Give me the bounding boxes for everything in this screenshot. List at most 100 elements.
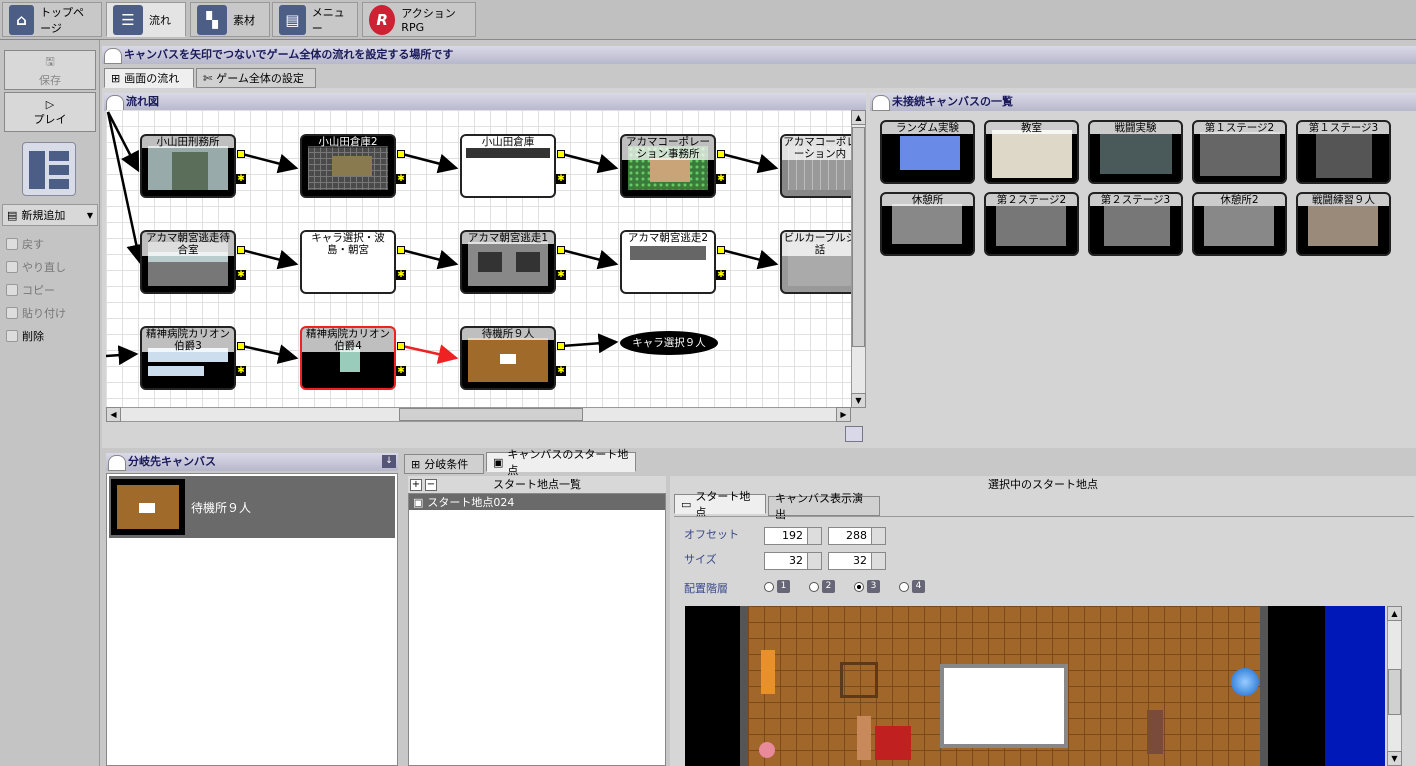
node-port[interactable] — [237, 342, 245, 350]
flow-node[interactable]: 小山田倉庫2 — [300, 134, 396, 198]
layer-number: 3 — [867, 580, 880, 593]
flow-node[interactable]: 小山田倉庫 — [460, 134, 556, 198]
canvas-thumb[interactable]: 教室 — [984, 120, 1079, 184]
tab-start-point[interactable]: ▣ キャンバスのスタート地点 — [486, 448, 636, 477]
size-w-field[interactable]: 32 — [764, 552, 822, 570]
tab-top-page[interactable]: ⌂ トップページ — [2, 2, 102, 37]
node-port[interactable] — [397, 150, 405, 158]
arrow-down-icon[interactable]: ↓ — [382, 455, 396, 468]
save-button[interactable]: 🖫 保存 — [4, 50, 96, 90]
flow-node-selected[interactable]: 精神病院カリオン伯爵4 — [300, 326, 396, 390]
node-port[interactable] — [397, 246, 405, 254]
canvas-thumb[interactable]: 第１ステージ2 — [1192, 120, 1287, 184]
spinner-icon[interactable] — [807, 553, 821, 569]
map-preview[interactable] — [685, 606, 1385, 766]
scroll-thumb[interactable] — [852, 127, 865, 347]
node-label: 小山田倉庫2 — [302, 136, 394, 148]
list-item[interactable]: 待機所９人 — [109, 476, 395, 538]
layer-radio-3[interactable]: 3 — [854, 580, 880, 593]
size-h-field[interactable]: 32 — [828, 552, 886, 570]
flow-node[interactable]: アカマ朝宮逃走1 — [460, 230, 556, 294]
canvas-thumb[interactable]: 第１ステージ3 — [1296, 120, 1391, 184]
tab-start-point-detail[interactable]: ▭ スタート地点 — [674, 490, 766, 519]
radio-circle — [899, 581, 909, 592]
tab-screen-flow[interactable]: ⊞ 画面の流れ — [104, 68, 194, 88]
flow-horizontal-scrollbar[interactable]: ◀ ▶ — [106, 407, 851, 422]
redo-button[interactable]: やり直し — [6, 259, 66, 275]
branch-title: 分岐先キャンバス — [106, 453, 398, 471]
start-point-marker[interactable] — [875, 726, 911, 760]
paste-icon — [6, 307, 18, 319]
play-button[interactable]: ▷ プレイ — [4, 92, 96, 132]
tab-canvas-effect[interactable]: キャンバス表示演出 — [768, 492, 880, 521]
canvas-thumb[interactable]: 休憩所 — [880, 192, 975, 256]
layer-radio-4[interactable]: 4 — [899, 580, 925, 593]
preview-scrollbar[interactable]: ▲ ▼ — [1387, 606, 1402, 766]
copy-button[interactable]: コピー — [6, 282, 55, 298]
layer-radio-2[interactable]: 2 — [809, 580, 835, 593]
tab-menu[interactable]: ▤ メニュー — [272, 2, 358, 37]
node-port[interactable] — [557, 150, 565, 158]
spinner-icon[interactable] — [871, 553, 885, 569]
tab-label: トップページ — [40, 5, 85, 35]
radio-circle — [764, 581, 774, 592]
scroll-left-icon[interactable]: ◀ — [106, 407, 121, 422]
canvas-thumb[interactable]: 戦闘実験 — [1088, 120, 1183, 184]
scroll-right-icon[interactable]: ▶ — [836, 407, 851, 422]
scroll-down-icon[interactable]: ▼ — [851, 393, 866, 408]
node-port[interactable] — [237, 150, 245, 158]
canvas-thumb[interactable]: ランダム実験 — [880, 120, 975, 184]
scroll-down-icon[interactable]: ▼ — [1387, 751, 1402, 766]
new-add-dropdown[interactable]: ▤ 新規追加 ▼ — [2, 204, 98, 226]
canvas-thumb[interactable]: 戦闘練習９人 — [1296, 192, 1391, 256]
canvas-thumb[interactable]: 第２ステージ2 — [984, 192, 1079, 256]
scroll-up-icon[interactable]: ▲ — [851, 110, 866, 125]
scroll-thumb[interactable] — [1388, 669, 1401, 715]
tab-branch-condition[interactable]: ⊞ 分岐条件 — [404, 454, 484, 474]
layer-radio-1[interactable]: 1 — [764, 580, 790, 593]
canvas-thumb[interactable]: 休憩所2 — [1192, 192, 1287, 256]
tab-game-settings[interactable]: ✄ ゲーム全体の設定 — [196, 68, 316, 88]
scroll-thumb[interactable] — [399, 408, 583, 421]
list-item[interactable]: ▣ スタート地点024 — [409, 494, 665, 510]
tab-label: ゲーム全体の設定 — [216, 72, 304, 85]
flow-canvas[interactable]: 小山田刑務所 ✱ 小山田倉庫2 ✱ 小山田倉庫 ✱ アカマコーポレーション事務所… — [106, 110, 851, 408]
flow-node[interactable]: 待機所９人 — [460, 326, 556, 390]
flow-node[interactable]: アカマコーポレーション事務所 — [620, 134, 716, 198]
tab-flow[interactable]: ☰ 流れ — [106, 2, 186, 37]
canvas-thumb[interactable]: 第２ステージ3 — [1088, 192, 1183, 256]
branch-list: 待機所９人 — [106, 473, 398, 766]
flow-vertical-scrollbar[interactable]: ▲ ▼ — [851, 110, 866, 408]
node-label: アカマコーポレーション事務所 — [622, 136, 714, 160]
node-port[interactable] — [717, 246, 725, 254]
paste-button[interactable]: 貼り付け — [6, 305, 66, 321]
node-port[interactable] — [237, 246, 245, 254]
spinner-icon[interactable] — [807, 528, 821, 544]
scroll-up-icon[interactable]: ▲ — [1387, 606, 1402, 621]
tab-material[interactable]: ▚ 素材 — [190, 2, 270, 37]
flow-node[interactable]: 精神病院カリオン伯爵3 — [140, 326, 236, 390]
spinner-icon[interactable] — [871, 528, 885, 544]
delete-button[interactable]: 削除 — [6, 328, 44, 344]
node-port[interactable] — [557, 342, 565, 350]
node-port[interactable] — [397, 342, 405, 350]
tab-action-rpg[interactable]: R アクションRPG — [362, 2, 476, 37]
undo-button[interactable]: 戻す — [6, 236, 44, 252]
grid-toggle-icon[interactable] — [845, 426, 863, 442]
flow-title: 流れ図 — [104, 93, 866, 111]
node-port[interactable] — [717, 150, 725, 158]
node-port[interactable] — [557, 246, 565, 254]
flow-node[interactable]: キャラ選択・波島・朝宮 — [300, 230, 396, 294]
flow-node[interactable]: アカマ朝宮逃走待合室 — [140, 230, 236, 294]
offset-x-field[interactable]: 192 — [764, 527, 822, 545]
flow-node[interactable]: アカマコーポレーション内 — [780, 134, 851, 198]
add-icon[interactable]: + — [410, 479, 422, 491]
flow-node[interactable]: アカマ朝宮逃走2 — [620, 230, 716, 294]
flow-node[interactable]: 小山田刑務所 — [140, 134, 236, 198]
flow-node[interactable]: ビルカーブルジ話 — [780, 230, 851, 294]
node-label: 精神病院カリオン伯爵3 — [142, 328, 234, 352]
flow-end-node[interactable]: キャラ選択９人 — [620, 331, 718, 355]
remove-icon[interactable]: − — [425, 479, 437, 491]
home-icon: ⌂ — [9, 4, 35, 35]
offset-y-field[interactable]: 288 — [828, 527, 886, 545]
